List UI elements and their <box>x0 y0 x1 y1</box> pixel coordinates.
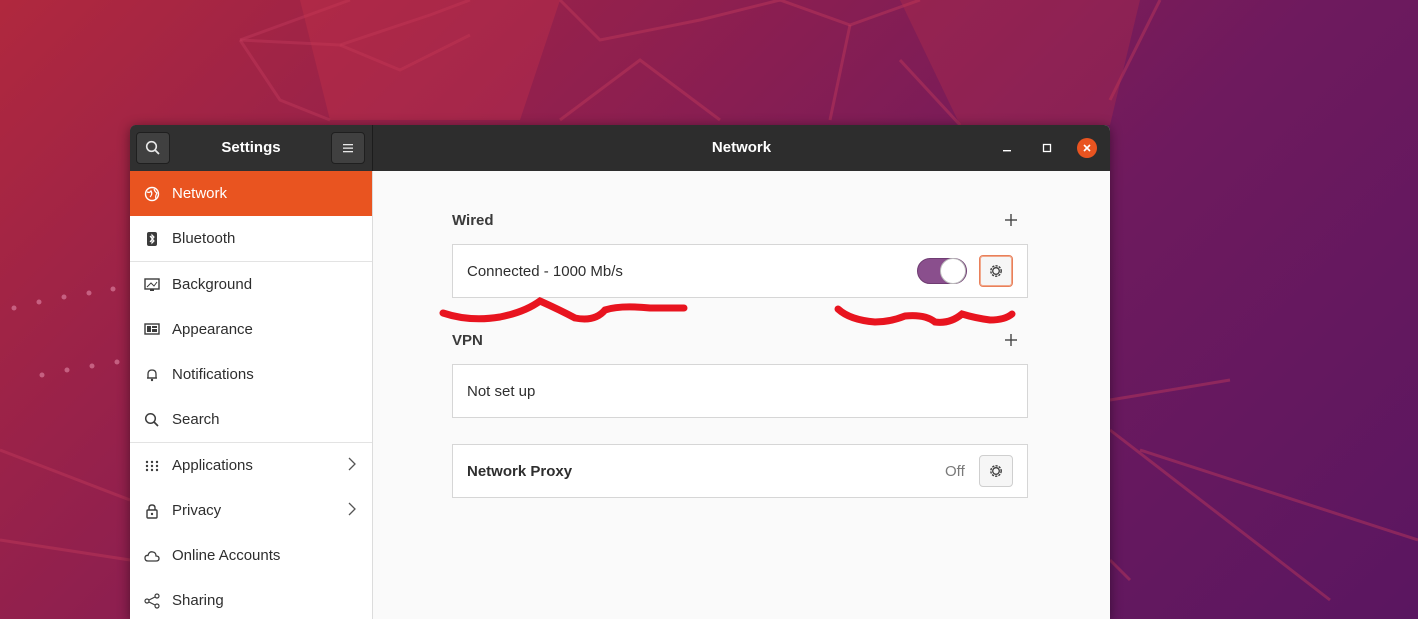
sidebar-item-search[interactable]: Search <box>130 397 372 442</box>
settings-title: Settings <box>221 139 281 156</box>
search-icon <box>144 412 160 428</box>
sidebar-item-sharing[interactable]: Sharing <box>130 578 372 619</box>
chevron-right-icon <box>348 502 356 520</box>
proxy-state-label: Off <box>945 463 965 480</box>
search-button[interactable] <box>136 132 170 164</box>
sidebar-item-notifications[interactable]: Notifications <box>130 352 372 397</box>
proxy-settings-button[interactable] <box>979 455 1013 487</box>
chevron-right-icon <box>348 457 356 475</box>
cloud-icon <box>144 548 160 564</box>
sidebar-item-label: Appearance <box>172 321 253 338</box>
apps-grid-icon <box>144 458 160 474</box>
close-icon <box>1083 144 1091 152</box>
sidebar-header: Settings <box>130 125 373 171</box>
add-wired-button[interactable] <box>1004 211 1018 231</box>
maximize-icon <box>1042 143 1052 153</box>
sidebar-item-label: Applications <box>172 457 253 474</box>
sidebar-item-bluetooth[interactable]: Bluetooth <box>130 216 372 261</box>
lock-icon <box>144 503 160 519</box>
share-icon <box>144 592 160 609</box>
sidebar-item-label: Network <box>172 185 228 202</box>
sidebar-item-label: Bluetooth <box>172 230 236 247</box>
bell-icon <box>144 367 160 383</box>
wired-connection-row: Connected - 1000 Mb/s <box>452 244 1028 298</box>
sidebar-item-label: Sharing <box>172 592 224 609</box>
gear-icon <box>990 265 1002 277</box>
header-bar: Settings Network <box>130 125 1110 171</box>
gear-icon <box>990 465 1002 477</box>
vpn-row: Not set up <box>452 364 1028 418</box>
bluetooth-icon <box>144 231 160 247</box>
vpn-section-title: VPN <box>452 332 483 349</box>
close-button[interactable] <box>1077 138 1097 158</box>
sidebar-item-label: Search <box>172 411 220 428</box>
hamburger-menu-icon <box>343 144 353 153</box>
sidebar-item-background[interactable]: Background <box>130 262 372 307</box>
sidebar-item-applications[interactable]: Applications <box>130 443 372 488</box>
minimize-icon <box>1003 150 1011 152</box>
wired-section-title: Wired <box>452 212 494 229</box>
vpn-status-label: Not set up <box>467 383 536 400</box>
plus-icon <box>1005 334 1017 346</box>
minimize-button[interactable] <box>997 138 1017 158</box>
sidebar-item-network[interactable]: Network <box>130 171 372 216</box>
network-panel: Wired Connected - 1000 Mb/s VPN Not set … <box>373 171 1110 619</box>
maximize-button[interactable] <box>1037 138 1057 158</box>
settings-sidebar: Network Bluetooth Background Appearance <box>130 171 373 619</box>
menu-button[interactable] <box>331 132 365 164</box>
search-icon <box>145 140 160 155</box>
sidebar-item-label: Online Accounts <box>172 547 281 564</box>
sidebar-item-privacy[interactable]: Privacy <box>130 488 372 533</box>
sidebar-item-online-accounts[interactable]: Online Accounts <box>130 533 372 578</box>
settings-window: Settings Network Network Bluetooth Backg… <box>130 125 1110 619</box>
sidebar-item-label: Background <box>172 276 253 293</box>
sidebar-item-label: Privacy <box>172 502 222 519</box>
add-vpn-button[interactable] <box>1004 331 1018 351</box>
wired-toggle-switch[interactable] <box>917 258 967 284</box>
proxy-title: Network Proxy <box>467 463 573 480</box>
sidebar-item-label: Notifications <box>172 366 254 383</box>
network-icon <box>144 186 160 202</box>
network-proxy-row[interactable]: Network Proxy Off <box>452 444 1028 498</box>
wired-status-label: Connected - 1000 Mb/s <box>467 263 623 280</box>
wired-settings-button[interactable] <box>979 255 1013 287</box>
plus-icon <box>1005 214 1017 226</box>
appearance-icon <box>144 322 160 338</box>
toggle-knob <box>940 258 966 284</box>
background-icon <box>144 277 160 293</box>
sidebar-item-appearance[interactable]: Appearance <box>130 307 372 352</box>
